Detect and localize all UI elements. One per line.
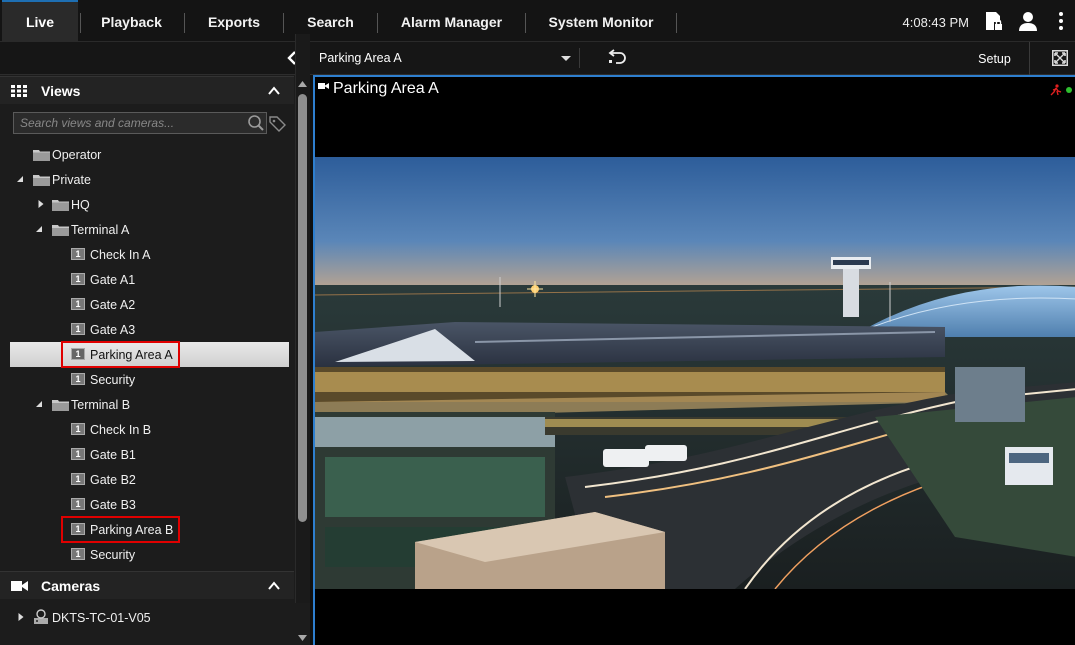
tree-label: Gate A3	[90, 323, 136, 337]
view-layout-badge: 1	[71, 298, 85, 310]
top-navigation-bar: Live Playback Exports Search Alarm Manag…	[0, 0, 1075, 42]
tree-label: Operator	[52, 148, 102, 162]
tag-icon[interactable]	[268, 114, 288, 132]
tree-view-check-in-b[interactable]: 1 Check In B	[10, 417, 289, 442]
tree-label: Security	[90, 548, 136, 562]
cameras-title: Cameras	[41, 578, 101, 594]
view-toolbar: Parking Area A Setup	[310, 42, 1075, 75]
expanded-triangle-icon[interactable]	[16, 175, 24, 183]
tree-folder-operator[interactable]: Operator	[10, 142, 289, 167]
tree-view-security-a[interactable]: 1 Security	[10, 367, 289, 392]
views-title: Views	[41, 83, 81, 99]
scroll-down-arrow-icon[interactable]	[298, 634, 307, 642]
clock: 4:08:43 PM	[902, 15, 970, 30]
collapsed-triangle-icon[interactable]	[37, 200, 45, 208]
tree-label: Terminal A	[71, 223, 130, 237]
tab-playback[interactable]: Playback	[81, 0, 182, 42]
expanded-triangle-icon[interactable]	[35, 400, 43, 408]
tree-folder-hq[interactable]: HQ	[10, 192, 289, 217]
tab-live[interactable]: Live	[2, 0, 78, 42]
tree-view-parking-area-a[interactable]: 1 Parking Area A	[10, 342, 289, 367]
tree-view-security-b[interactable]: 1 Security	[10, 542, 289, 567]
nav-separator	[676, 13, 677, 33]
folder-open-icon	[33, 175, 50, 186]
view-selector-value: Parking Area A	[319, 51, 402, 65]
view-layout-badge: 1	[71, 348, 85, 360]
undo-icon[interactable]	[608, 49, 628, 67]
tree-view-gate-b3[interactable]: 1 Gate B3	[10, 492, 289, 517]
folder-icon	[52, 200, 69, 211]
camera-status-icons	[1050, 84, 1072, 96]
scroll-up-arrow-icon[interactable]	[298, 80, 307, 88]
tree-view-parking-area-b[interactable]: 1 Parking Area B	[10, 517, 289, 542]
search-input[interactable]	[13, 112, 267, 134]
tree-folder-terminal-a[interactable]: Terminal A	[10, 217, 289, 242]
login-lock-icon[interactable]	[983, 10, 1005, 32]
tree-label: Check In A	[90, 248, 151, 262]
server-icon	[34, 609, 48, 624]
tree-view-gate-a2[interactable]: 1 Gate A2	[10, 292, 289, 317]
camera-title: Parking Area A	[333, 80, 439, 97]
tree-label: Gate A2	[90, 298, 136, 312]
tree-label: Gate B3	[90, 498, 136, 512]
more-vertical-icon[interactable]	[1051, 10, 1071, 32]
folder-icon	[33, 150, 50, 161]
view-layout-badge: 1	[71, 523, 85, 535]
expanded-triangle-icon[interactable]	[35, 225, 43, 233]
view-layout-badge: 1	[71, 448, 85, 460]
tree-label: Terminal B	[71, 398, 131, 412]
camera-video-feed	[315, 157, 1075, 589]
tree-label: Parking Area B	[90, 523, 174, 537]
live-status-dot	[1066, 87, 1072, 93]
user-icon[interactable]	[1017, 10, 1039, 32]
search-icon[interactable]	[247, 114, 265, 132]
view-layout-badge: 1	[71, 423, 85, 435]
video-camera-icon	[11, 581, 28, 591]
motion-icon	[1050, 84, 1062, 96]
folder-open-icon	[52, 400, 69, 411]
tree-label: Parking Area A	[90, 348, 173, 362]
view-layout-badge: 1	[71, 498, 85, 510]
tree-view-gate-b2[interactable]: 1 Gate B2	[10, 467, 289, 492]
tree-view-gate-a3[interactable]: 1 Gate A3	[10, 317, 289, 342]
tree-label: Private	[52, 173, 91, 187]
tab-exports[interactable]: Exports	[185, 0, 283, 42]
tree-folder-terminal-b[interactable]: Terminal B	[10, 392, 289, 417]
folder-open-icon	[52, 225, 69, 236]
view-layout-badge: 1	[71, 373, 85, 385]
view-layout-badge: 1	[71, 273, 85, 285]
tree-view-gate-b1[interactable]: 1 Gate B1	[10, 442, 289, 467]
tree-label: Gate B2	[90, 473, 136, 487]
view-layout-badge: 1	[71, 248, 85, 260]
tree-view-gate-a1[interactable]: 1 Gate A1	[10, 267, 289, 292]
tab-system-monitor[interactable]: System Monitor	[526, 0, 676, 42]
tree-label: Check In B	[90, 423, 152, 437]
tree-view-check-in-a[interactable]: 1 Check In A	[10, 242, 289, 267]
chevron-up-icon[interactable]	[268, 85, 280, 97]
view-layout-badge: 1	[71, 323, 85, 335]
tree-label: Gate A1	[90, 273, 136, 287]
fullscreen-icon[interactable]	[1052, 50, 1068, 66]
view-layout-badge: 1	[71, 548, 85, 560]
setup-button[interactable]: Setup	[960, 42, 1030, 75]
chevron-down-icon	[561, 56, 571, 61]
video-camera-icon	[318, 83, 329, 89]
camera-tile[interactable]: Parking Area A	[313, 75, 1075, 645]
tree-label: Gate B1	[90, 448, 136, 462]
scroll-thumb[interactable]	[298, 94, 307, 522]
tree-label: DKTS-TC-01-V05	[52, 611, 151, 625]
panel-collapse-row	[0, 42, 310, 75]
grid-icon	[11, 85, 27, 97]
tree-server-item[interactable]: DKTS-TC-01-V05	[0, 605, 294, 630]
chevron-up-icon[interactable]	[268, 580, 280, 592]
view-selector-dropdown[interactable]: Parking Area A	[316, 48, 580, 68]
tree-label: HQ	[71, 198, 90, 212]
tab-alarm-manager[interactable]: Alarm Manager	[378, 0, 525, 42]
tree-label: Security	[90, 373, 136, 387]
tree-folder-private[interactable]: Private	[10, 167, 289, 192]
view-layout-badge: 1	[71, 473, 85, 485]
collapsed-triangle-icon[interactable]	[17, 613, 25, 621]
views-section-header[interactable]: Views	[0, 76, 294, 104]
cameras-section-header[interactable]: Cameras	[0, 571, 294, 599]
